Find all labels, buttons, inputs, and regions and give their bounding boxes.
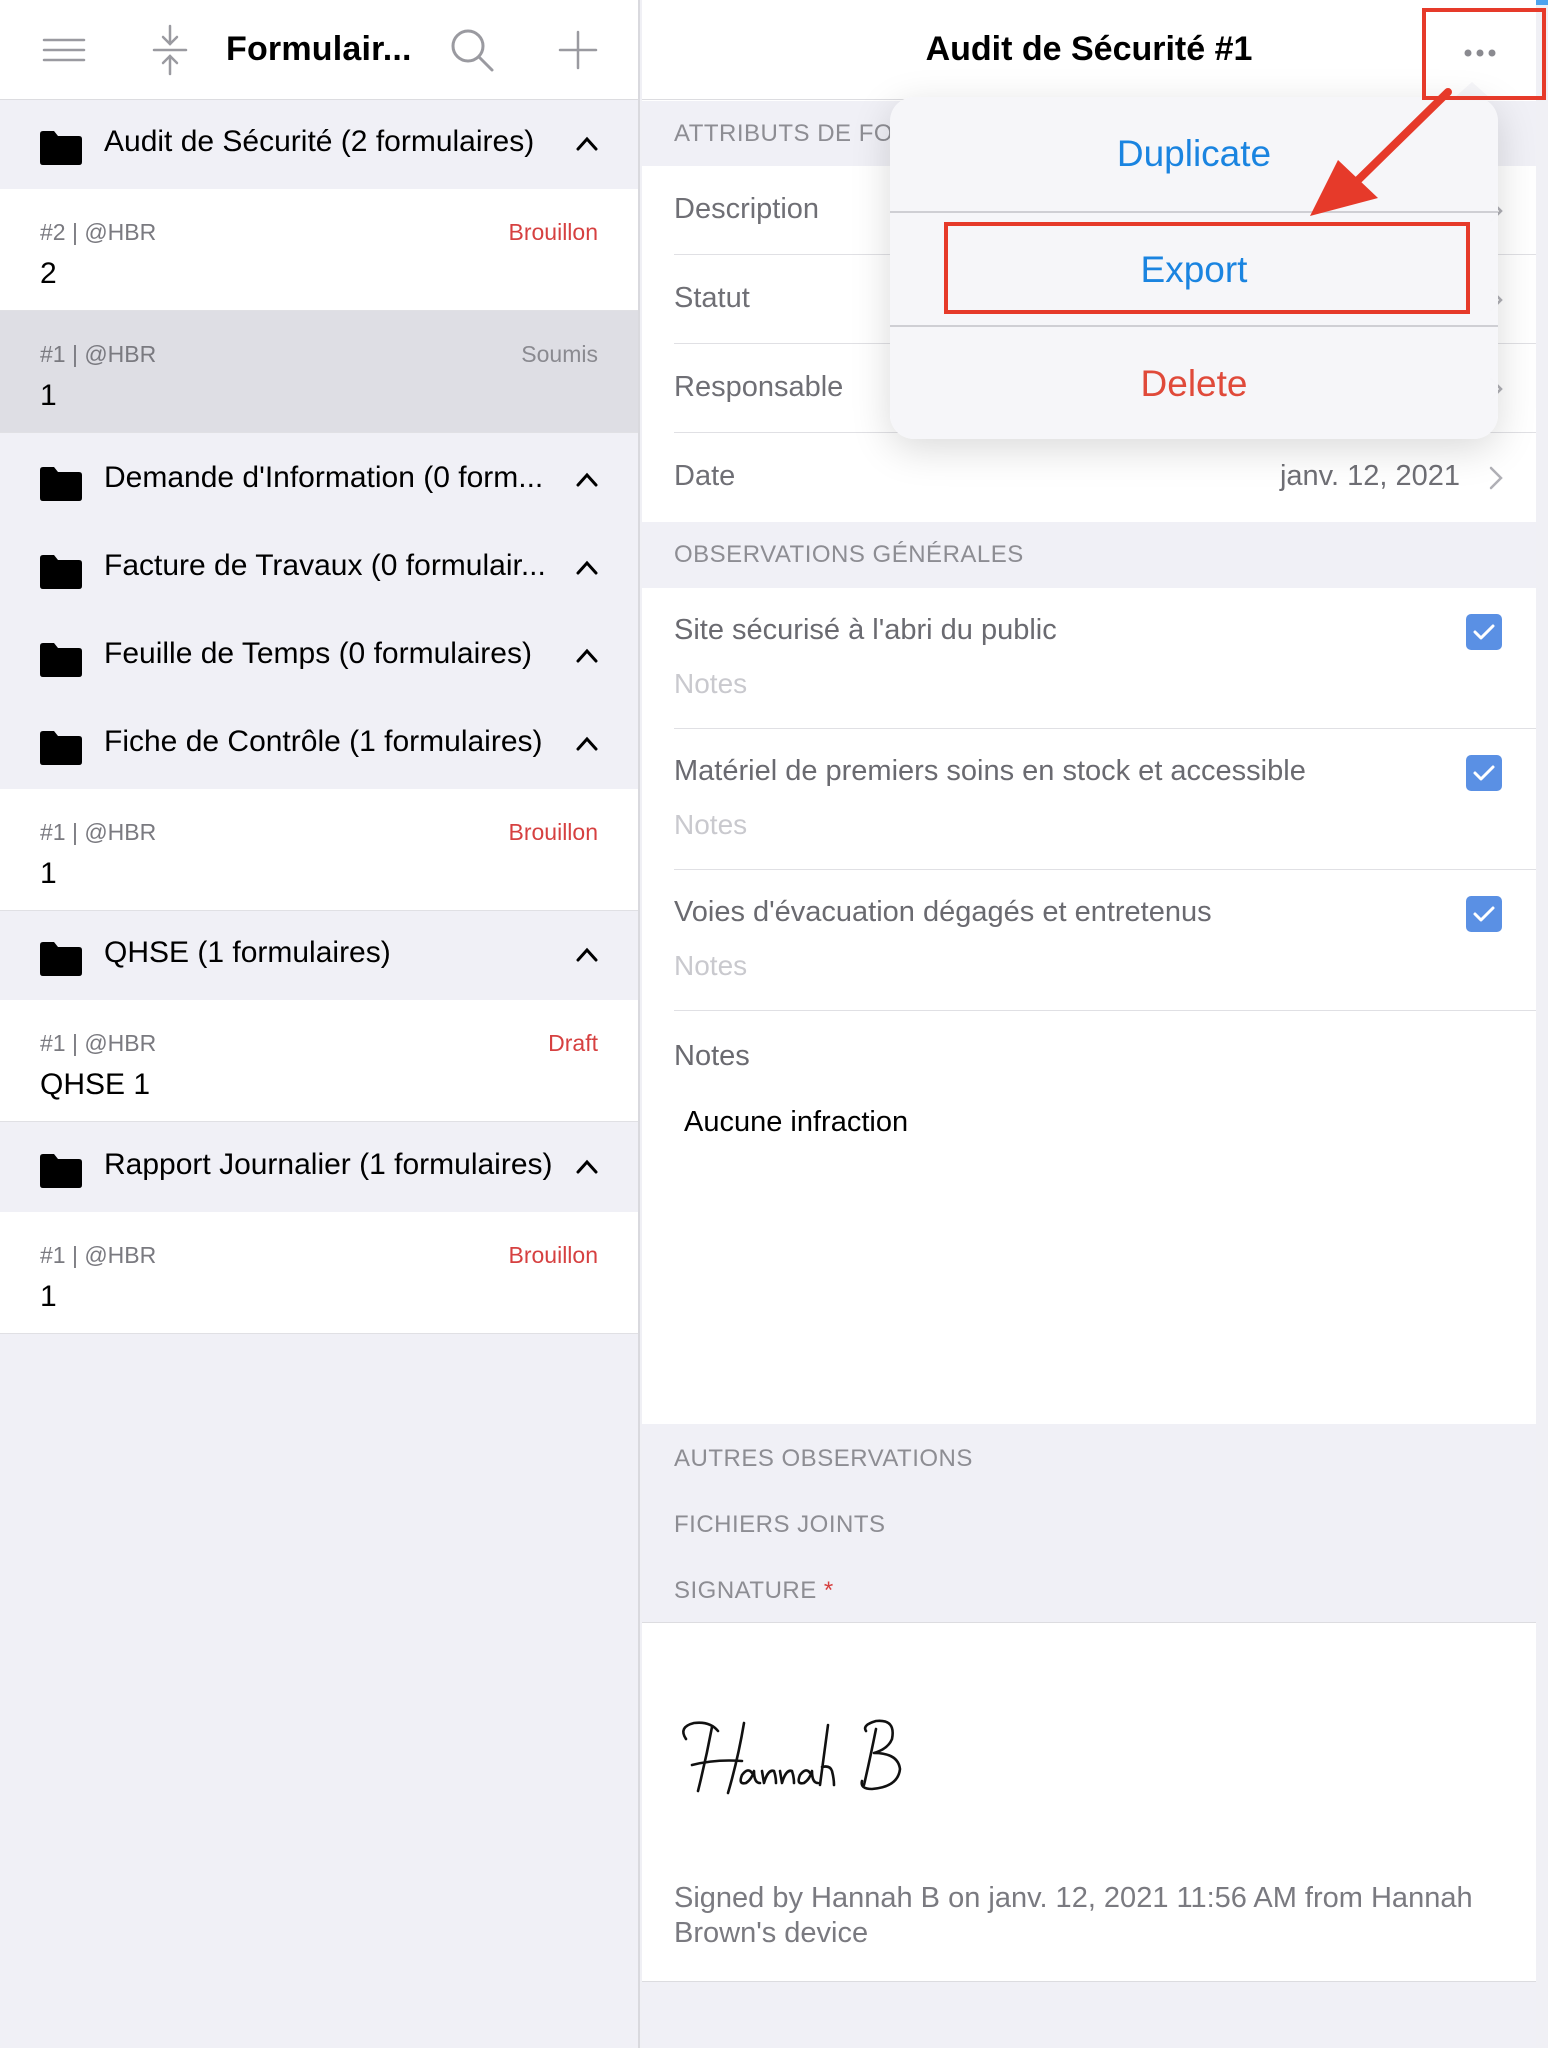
signature-label-text: SIGNATURE (674, 1577, 817, 1604)
folder-row-audit[interactable]: Audit de Sécurité (2 formulaires) (0, 101, 638, 189)
attribute-label: Responsable (674, 371, 844, 403)
section-label-signature: SIGNATURE * (674, 1577, 834, 1605)
form-meta: #2 | @HBR (40, 219, 157, 245)
folder-label: Facture de Travaux (0 formulair... (104, 549, 546, 582)
section-label-autres[interactable]: AUTRES OBSERVATIONS (674, 1445, 973, 1473)
attribute-row-date[interactable]: Date janv. 12, 2021 (674, 434, 1536, 522)
status-badge: Brouillon (508, 1242, 599, 1268)
form-value: 2 (40, 257, 57, 290)
status-badge: Brouillon (508, 819, 599, 845)
checkbox[interactable] (1466, 614, 1502, 650)
chevron-up-icon[interactable] (574, 555, 600, 581)
checklist-item[interactable]: Site sécurisé à l'abri du public Notes (674, 588, 1536, 729)
section-headers-group: AUTRES OBSERVATIONS FICHIERS JOINTS SIGN… (642, 1424, 1536, 1622)
folder-row-rapport[interactable]: Rapport Journalier (1 formulaires) (0, 1124, 638, 1212)
notes-field[interactable]: Notes (674, 809, 747, 841)
form-row[interactable]: #1 | @HBR 1 Brouillon (0, 789, 638, 911)
form-row[interactable]: #1 | @HBR 1 Brouillon (0, 1212, 638, 1334)
section-header-observations: OBSERVATIONS GÉNÉRALES (642, 522, 1536, 588)
status-badge: Soumis (521, 341, 598, 367)
plus-icon[interactable] (550, 22, 606, 78)
attribute-label: Description (674, 193, 820, 225)
signature-image (672, 1709, 952, 1809)
folder-icon (40, 731, 82, 765)
folder-row-qhse[interactable]: QHSE (1 formulaires) (0, 912, 638, 1000)
folder-label: QHSE (1 formulaires) (104, 936, 391, 969)
attribute-label: Date (674, 460, 736, 492)
folder-label: Fiche de Contrôle (1 formulaires) (104, 725, 543, 758)
notes-field[interactable]: Notes (674, 668, 747, 700)
form-value: 1 (40, 1280, 57, 1313)
notes-field[interactable]: Notes (674, 950, 747, 982)
status-badge: Brouillon (508, 219, 599, 245)
left-title: Formulair... (226, 30, 412, 68)
checklist-label: Site sécurisé à l'abri du public (674, 614, 1057, 646)
folder-label: Feuille de Temps (0 formulaires) (104, 637, 532, 670)
collapse-icon[interactable] (142, 22, 198, 78)
folder-icon (40, 555, 82, 589)
highlight-export-button (944, 222, 1470, 314)
form-row-selected[interactable]: #1 | @HBR 1 Soumis (0, 311, 638, 433)
chevron-up-icon[interactable] (574, 1154, 600, 1180)
folder-row-demande[interactable]: Demande d'Information (0 form... (0, 437, 638, 525)
folder-label: Audit de Sécurité (2 formulaires) (104, 125, 535, 158)
section-label: ATTRIBUTS DE FO (674, 120, 894, 147)
form-value: QHSE 1 (40, 1068, 151, 1101)
hamburger-menu-icon[interactable] (36, 22, 92, 78)
folder-icon (40, 467, 82, 501)
attribute-label: Statut (674, 282, 750, 314)
checklist-item[interactable]: Voies d'évacuation dégagés et entretenus… (674, 870, 1536, 1011)
folder-row-facture[interactable]: Facture de Travaux (0 formulair... (0, 525, 638, 613)
section-label: OBSERVATIONS GÉNÉRALES (674, 541, 1024, 568)
form-meta: #1 | @HBR (40, 1030, 157, 1056)
folder-icon (40, 131, 82, 165)
attribute-value: janv. 12, 2021 (1279, 460, 1460, 492)
folder-icon (40, 643, 82, 677)
chevron-up-icon[interactable] (574, 942, 600, 968)
notes-label: Notes (674, 1040, 750, 1072)
checklist-label: Voies d'évacuation dégagés et entretenus (674, 896, 1212, 928)
page-title: Audit de Sécurité #1 (925, 30, 1253, 68)
notes-textarea[interactable]: Aucune infraction (684, 1106, 908, 1139)
chevron-up-icon[interactable] (574, 467, 600, 493)
chevron-up-icon[interactable] (574, 131, 600, 157)
checkbox[interactable] (1466, 755, 1502, 791)
form-row[interactable]: #1 | @HBR QHSE 1 Draft (0, 1000, 638, 1122)
chevron-up-icon[interactable] (574, 643, 600, 669)
form-meta: #1 | @HBR (40, 341, 157, 367)
required-asterisk: * (823, 1577, 834, 1604)
search-icon[interactable] (444, 22, 500, 78)
form-row[interactable]: #2 | @HBR 2 Brouillon (0, 189, 638, 311)
annotation-arrow-icon (1310, 88, 1452, 216)
folder-label: Rapport Journalier (1 formulaires) (104, 1148, 553, 1181)
checklist-item[interactable]: Matériel de premiers soins en stock et a… (674, 729, 1536, 870)
delete-button[interactable]: Delete (890, 327, 1498, 441)
folder-row-feuille[interactable]: Feuille de Temps (0 formulaires) (0, 613, 638, 701)
form-value: 1 (40, 857, 57, 890)
checklist-label: Matériel de premiers soins en stock et a… (674, 755, 1306, 787)
forms-list-pane: Formulair... Audit de Sécurité (2 formul… (0, 0, 640, 2048)
left-header: Formulair... (0, 0, 638, 100)
form-value: 1 (40, 379, 57, 412)
folder-label: Demande d'Information (0 form... (104, 461, 544, 494)
status-badge: Draft (548, 1030, 598, 1056)
detail-footer-spacer (642, 1982, 1536, 2048)
folder-row-fiche[interactable]: Fiche de Contrôle (1 formulaires) (0, 701, 638, 789)
folder-icon (40, 942, 82, 976)
section-label-fichiers[interactable]: FICHIERS JOINTS (674, 1511, 886, 1539)
form-meta: #1 | @HBR (40, 819, 157, 845)
chevron-right-icon (1486, 464, 1506, 492)
signature-caption: Signed by Hannah B on janv. 12, 2021 11:… (674, 1882, 1473, 1949)
signature-area[interactable]: Signed by Hannah B on janv. 12, 2021 11:… (642, 1622, 1536, 1982)
chevron-up-icon[interactable] (574, 731, 600, 757)
folder-icon (40, 1154, 82, 1188)
checkbox[interactable] (1466, 896, 1502, 932)
form-meta: #1 | @HBR (40, 1242, 157, 1268)
